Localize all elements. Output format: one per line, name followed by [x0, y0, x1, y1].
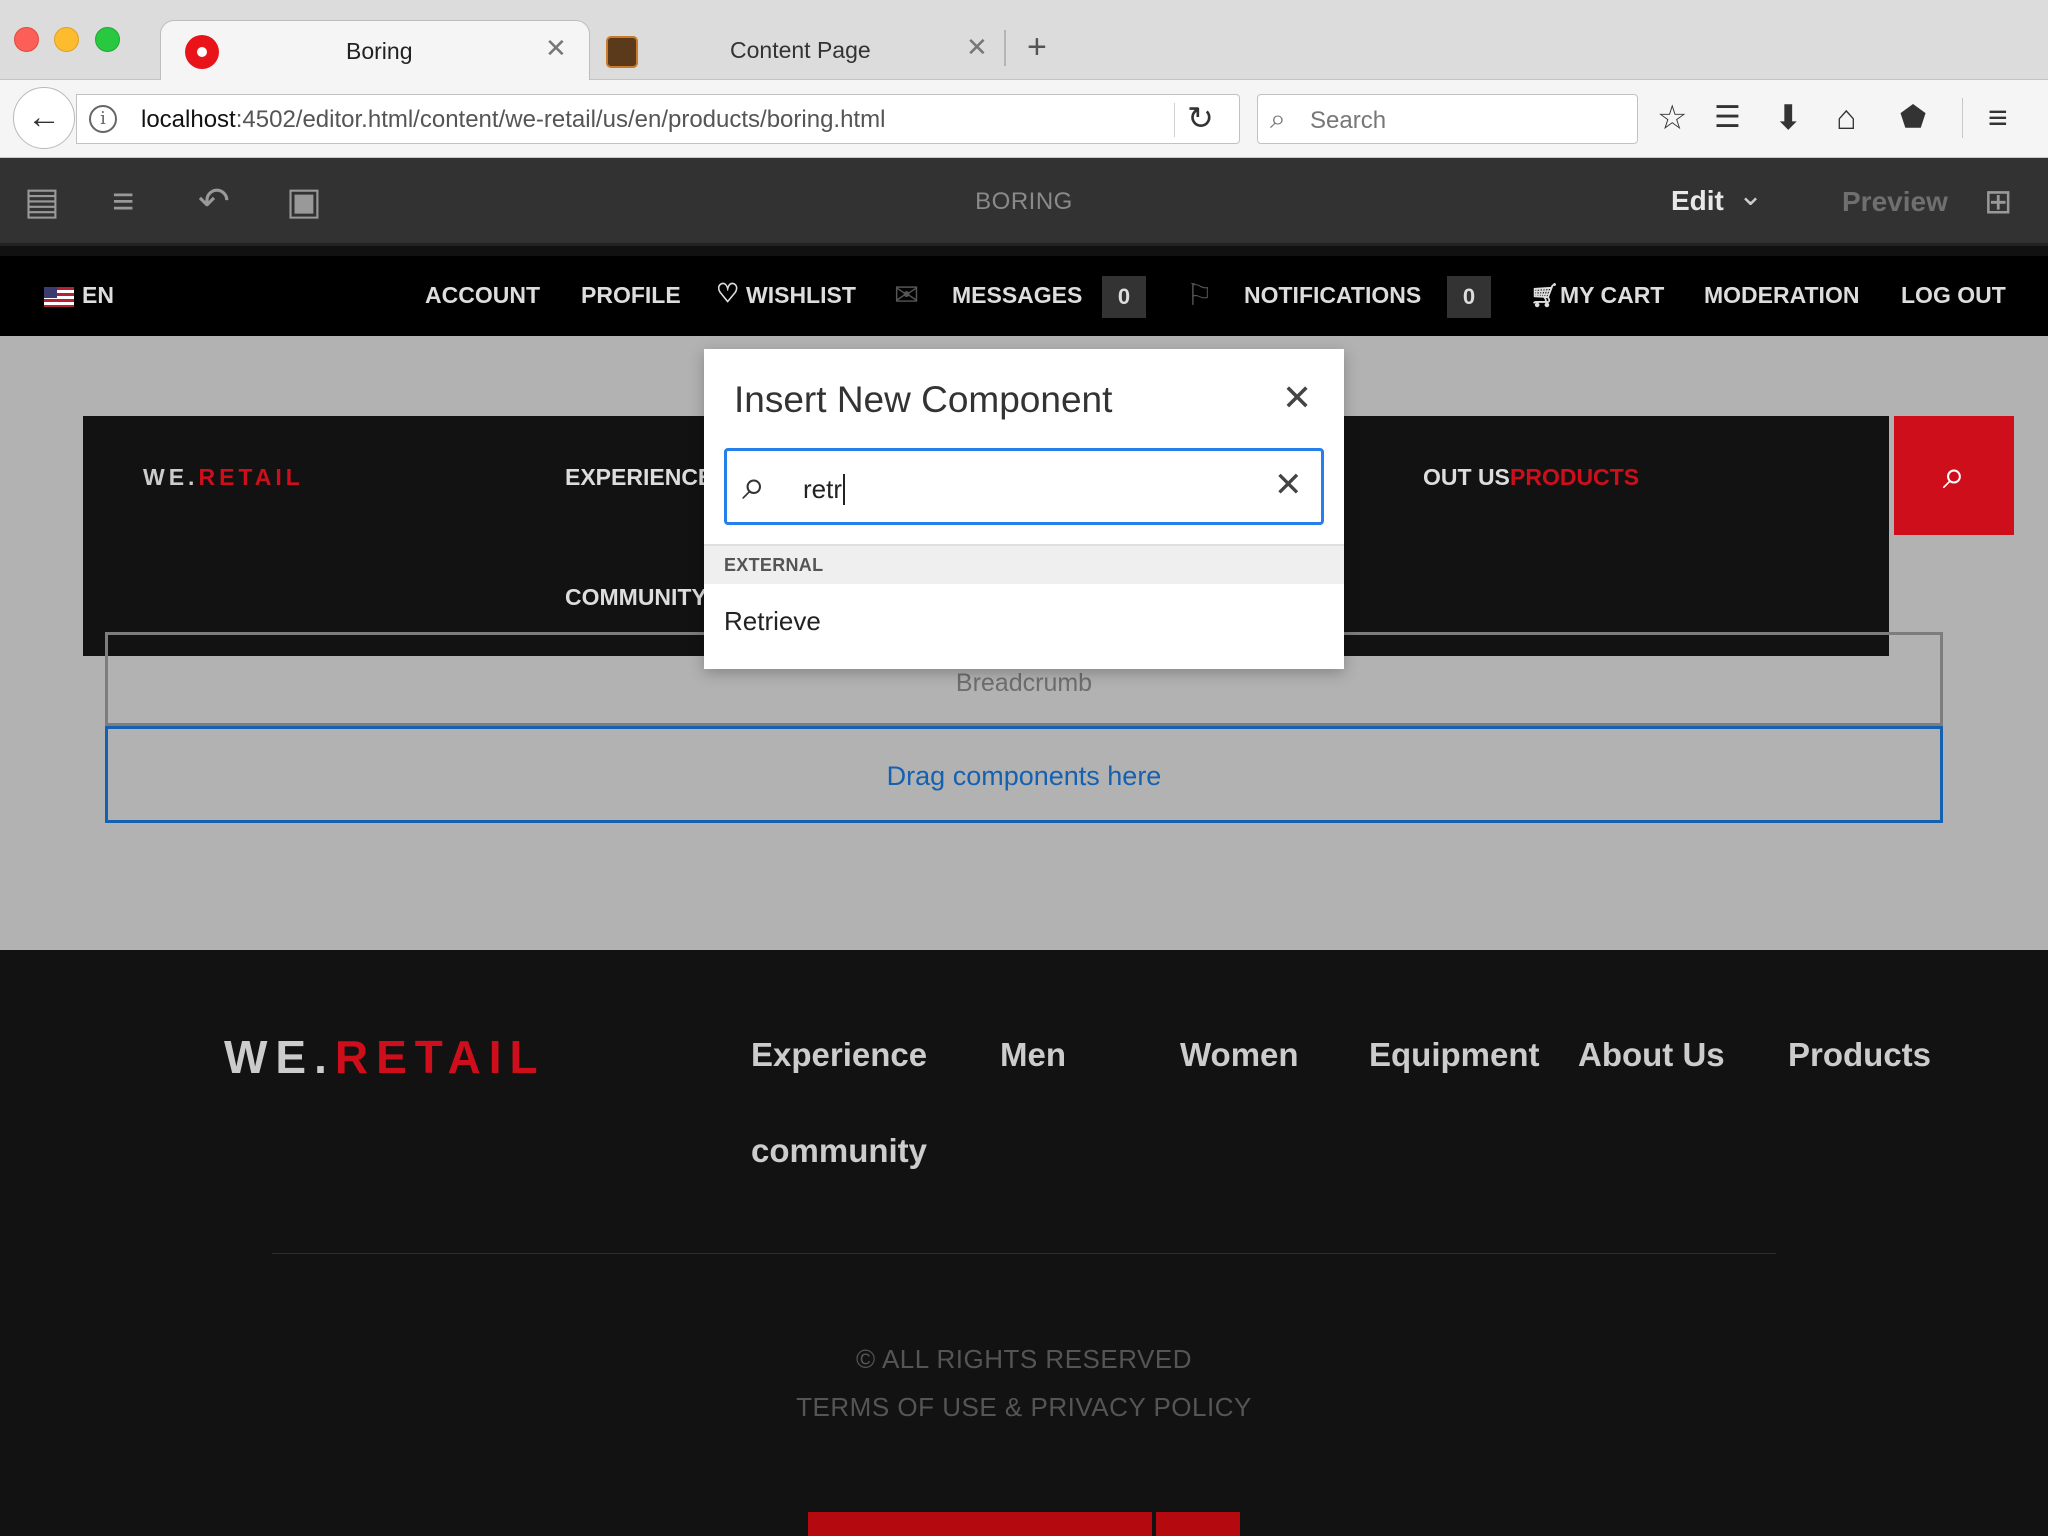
window-zoom-button[interactable]: [95, 27, 120, 52]
envelope-icon: ✉: [894, 279, 920, 312]
wishlist-link[interactable]: WISHLIST: [746, 282, 856, 309]
notifications-link[interactable]: NOTIFICATIONS: [1244, 282, 1421, 309]
us-flag-icon: [44, 287, 74, 307]
download-icon[interactable]: ⬇: [1774, 98, 1803, 138]
site-logo[interactable]: WE.RETAIL: [143, 464, 304, 491]
arrow-left-icon: ←: [27, 98, 61, 136]
drop-zone-label: Drag components here: [886, 761, 1162, 791]
tab-content-page[interactable]: Content Page ✕: [596, 20, 1006, 80]
terms-link[interactable]: TERMS OF USE & PRIVACY POLICY: [0, 1392, 2048, 1423]
chevron-down-icon[interactable]: ⌄: [1738, 178, 1763, 213]
heart-icon: ♡: [716, 278, 740, 308]
insert-component-dialog: Insert New Component ✕ ⌕ retr ✕ EXTERNAL…: [704, 349, 1344, 669]
footer-nav-community[interactable]: community: [751, 1132, 927, 1170]
footer-logo[interactable]: WE.RETAIL: [224, 1030, 546, 1084]
search-icon: ⌕: [1270, 103, 1286, 134]
notifications-count-badge: 0: [1447, 276, 1491, 318]
hamburger-menu-icon[interactable]: ≡: [1988, 98, 2008, 138]
reload-icon[interactable]: ↻: [1187, 99, 1214, 137]
site-favicon-icon: [185, 35, 219, 69]
copyright-text: © ALL RIGHTS RESERVED: [856, 1344, 1192, 1374]
breadcrumb-label: Breadcrumb: [955, 669, 1093, 697]
info-icon[interactable]: i: [89, 105, 117, 133]
home-icon[interactable]: ⌂: [1836, 98, 1857, 138]
url-divider: [1174, 103, 1175, 137]
footer-nav-about-us[interactable]: About Us: [1578, 1036, 1725, 1074]
search-value: retr: [803, 474, 845, 505]
address-bar[interactable]: i localhost:4502/editor.html/content/we-…: [76, 94, 1240, 144]
window-minimize-button[interactable]: [54, 27, 79, 52]
nav-experience[interactable]: EXPERIENCE: [565, 464, 713, 491]
search-icon: ⌕: [742, 461, 766, 508]
tab-boring[interactable]: Boring ✕: [160, 20, 590, 80]
dialog-title: Insert New Component: [734, 379, 1113, 420]
pocket-icon[interactable]: ⬟: [1900, 98, 1926, 138]
log-out-link[interactable]: LOG OUT: [1901, 282, 2006, 309]
annotate-icon[interactable]: ⊞: [1984, 180, 2013, 224]
browser-nav-bar: ← i localhost:4502/editor.html/content/w…: [0, 80, 2048, 158]
aem-favicon-icon: [606, 36, 638, 68]
browser-tab-strip: Boring ✕ Content Page ✕ +: [0, 0, 2048, 80]
search-placeholder: Search: [1310, 107, 1387, 134]
tab-title: Boring: [346, 38, 413, 64]
tab-close-icon[interactable]: ✕: [966, 32, 988, 63]
my-cart-link[interactable]: MY CART: [1560, 282, 1664, 309]
profile-link[interactable]: PROFILE: [581, 282, 681, 309]
url-text: localhost:4502/editor.html/content/we-re…: [141, 106, 886, 133]
flag-icon: ⚐: [1186, 279, 1213, 312]
messages-link[interactable]: MESSAGES: [952, 282, 1082, 309]
back-button[interactable]: ←: [13, 87, 75, 149]
footer-divider: [272, 1253, 1776, 1254]
language-selector[interactable]: EN: [82, 282, 114, 309]
component-result-item[interactable]: Retrieve: [704, 584, 1344, 654]
tab-title: Content Page: [730, 37, 871, 63]
clear-icon[interactable]: ✕: [1274, 465, 1303, 505]
moderation-link[interactable]: MODERATION: [1704, 282, 1859, 309]
component-group-header: EXTERNAL: [704, 546, 1344, 584]
tab-close-icon[interactable]: ✕: [545, 33, 567, 64]
account-link[interactable]: ACCOUNT: [425, 282, 540, 309]
preview-button[interactable]: Preview: [1842, 186, 1948, 218]
component-drop-zone[interactable]: Drag components here: [105, 726, 1943, 823]
reading-list-icon[interactable]: ☰: [1714, 98, 1741, 138]
bookmark-star-icon[interactable]: ☆: [1657, 98, 1687, 138]
tab-divider: [1004, 30, 1006, 66]
browser-search-input[interactable]: ⌕ Search: [1257, 94, 1638, 144]
component-search-input[interactable]: ⌕ retr ✕: [724, 448, 1324, 525]
footer-secondary-button[interactable]: [1156, 1512, 1240, 1536]
toolbar-divider: [1962, 98, 1963, 138]
footer-nav-experience[interactable]: Experience: [751, 1036, 927, 1074]
mode-selector[interactable]: Edit: [1671, 185, 1724, 217]
editor-toolbar: ▤ ≡ ↶ ▣ BORING Edit ⌄ Preview ⊞: [0, 158, 2048, 246]
footer-nav-equipment[interactable]: Equipment: [1369, 1036, 1540, 1074]
group-label: EXTERNAL: [724, 555, 824, 575]
cart-icon: 🛒︎: [1530, 282, 1560, 308]
site-footer: WE.RETAIL Experience Men Women Equipment…: [0, 950, 2048, 1536]
site-utility-bar: EN ACCOUNT PROFILE ♡ WISHLIST ✉ MESSAGES…: [0, 256, 2048, 336]
nav-about-us[interactable]: OUT US: [1423, 464, 1510, 491]
window-close-button[interactable]: [14, 27, 39, 52]
footer-nav-products[interactable]: Products: [1788, 1036, 1931, 1074]
nav-products[interactable]: PRODUCTS: [1510, 464, 1639, 491]
footer-nav-men[interactable]: Men: [1000, 1036, 1066, 1074]
result-label: Retrieve: [724, 606, 821, 636]
footer-nav-women[interactable]: Women: [1180, 1036, 1299, 1074]
search-icon: ⌕: [1942, 453, 1966, 497]
close-icon[interactable]: ✕: [1282, 377, 1312, 419]
messages-count-badge: 0: [1102, 276, 1146, 318]
site-search-button[interactable]: ⌕: [1894, 416, 2014, 535]
nav-community[interactable]: COMMUNITY: [565, 584, 707, 611]
footer-action-button[interactable]: [808, 1512, 1152, 1536]
new-tab-button[interactable]: +: [1027, 28, 1047, 67]
